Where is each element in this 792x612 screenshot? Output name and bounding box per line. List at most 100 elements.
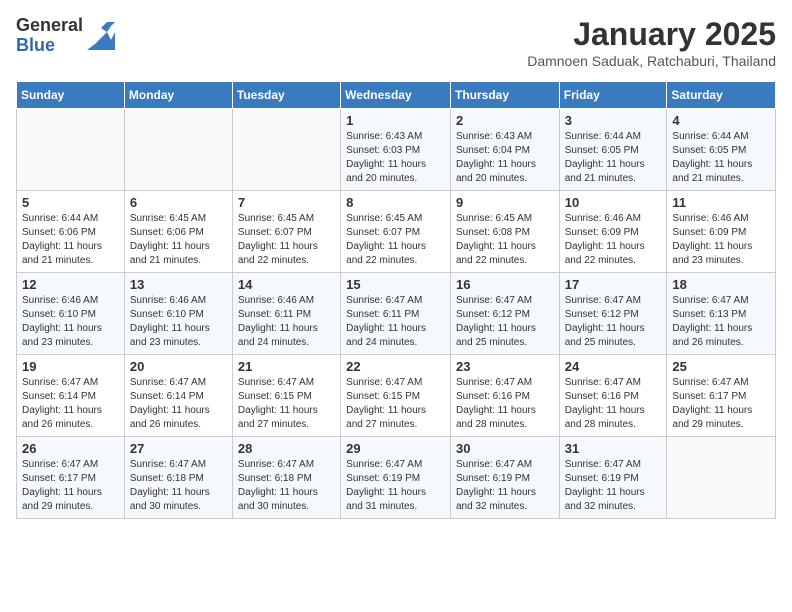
calendar-header: SundayMondayTuesdayWednesdayThursdayFrid… [17,82,776,109]
logo-general-text: General [16,16,83,36]
calendar-body: 1 Sunrise: 6:43 AM Sunset: 6:03 PM Daylig… [17,109,776,519]
title-block: January 2025 Damnoen Saduak, Ratchaburi,… [527,16,776,69]
day-info: Sunrise: 6:47 AM Sunset: 6:19 PM Dayligh… [346,458,445,514]
day-info: Sunrise: 6:47 AM Sunset: 6:16 PM Dayligh… [565,376,662,432]
day-cell: 16Sunrise: 6:47 AM Sunset: 6:12 PM Dayli… [450,273,559,355]
day-number: 23 [456,359,554,374]
day-info: Sunrise: 6:45 AM Sunset: 6:06 PM Dayligh… [130,212,227,268]
day-info: Sunrise: 6:46 AM Sunset: 6:09 PM Dayligh… [565,212,662,268]
day-cell: 15Sunrise: 6:47 AM Sunset: 6:11 PM Dayli… [341,273,451,355]
day-cell: 12 Sunrise: 6:46 AM Sunset: 6:10 PM Dayli… [17,273,125,355]
day-number: 21 [238,359,335,374]
day-cell: 31 Sunrise: 6:47 AM Sunset: 6:19 PM Dayli… [559,437,667,519]
day-info: Sunrise: 6:47 AM Sunset: 6:19 PM Dayligh… [565,458,662,514]
header-sunday: Sunday [17,82,125,109]
day-info: Sunrise: 6:47 AM Sunset: 6:16 PM Dayligh… [456,376,554,432]
day-number: 11 [672,195,770,210]
day-cell: 14Sunrise: 6:46 AM Sunset: 6:11 PM Dayli… [232,273,340,355]
week-row-0: 1 Sunrise: 6:43 AM Sunset: 6:03 PM Daylig… [17,109,776,191]
day-info: Sunrise: 6:47 AM Sunset: 6:12 PM Dayligh… [565,294,662,350]
day-number: 18 [672,277,770,292]
day-info: Sunrise: 6:45 AM Sunset: 6:08 PM Dayligh… [456,212,554,268]
day-info: Sunrise: 6:43 AM Sunset: 6:04 PM Dayligh… [456,130,554,186]
day-cell: 27Sunrise: 6:47 AM Sunset: 6:18 PM Dayli… [124,437,232,519]
day-cell: 5 Sunrise: 6:44 AM Sunset: 6:06 PM Daylig… [17,191,125,273]
day-cell: 13Sunrise: 6:46 AM Sunset: 6:10 PM Dayli… [124,273,232,355]
month-title: January 2025 [527,16,776,53]
day-info: Sunrise: 6:46 AM Sunset: 6:10 PM Dayligh… [22,294,119,350]
day-info: Sunrise: 6:47 AM Sunset: 6:18 PM Dayligh… [238,458,335,514]
day-cell: 10 Sunrise: 6:46 AM Sunset: 6:09 PM Dayli… [559,191,667,273]
day-number: 22 [346,359,445,374]
day-number: 17 [565,277,662,292]
day-cell: 3 Sunrise: 6:44 AM Sunset: 6:05 PM Daylig… [559,109,667,191]
day-cell: 30Sunrise: 6:47 AM Sunset: 6:19 PM Dayli… [450,437,559,519]
calendar-table: SundayMondayTuesdayWednesdayThursdayFrid… [16,81,776,519]
day-cell [17,109,125,191]
week-row-3: 19 Sunrise: 6:47 AM Sunset: 6:14 PM Dayli… [17,355,776,437]
header-friday: Friday [559,82,667,109]
day-info: Sunrise: 6:45 AM Sunset: 6:07 PM Dayligh… [346,212,445,268]
day-number: 25 [672,359,770,374]
day-cell: 21Sunrise: 6:47 AM Sunset: 6:15 PM Dayli… [232,355,340,437]
day-number: 20 [130,359,227,374]
day-number: 7 [238,195,335,210]
day-number: 1 [346,113,445,128]
header-thursday: Thursday [450,82,559,109]
day-info: Sunrise: 6:47 AM Sunset: 6:15 PM Dayligh… [346,376,445,432]
day-number: 3 [565,113,662,128]
day-cell: 25 Sunrise: 6:47 AM Sunset: 6:17 PM Dayli… [667,355,776,437]
day-number: 31 [565,441,662,456]
day-info: Sunrise: 6:47 AM Sunset: 6:14 PM Dayligh… [130,376,227,432]
day-number: 5 [22,195,119,210]
day-info: Sunrise: 6:47 AM Sunset: 6:17 PM Dayligh… [22,458,119,514]
day-cell [232,109,340,191]
week-row-2: 12 Sunrise: 6:46 AM Sunset: 6:10 PM Dayli… [17,273,776,355]
day-number: 10 [565,195,662,210]
day-cell: 23 Sunrise: 6:47 AM Sunset: 6:16 PM Dayli… [450,355,559,437]
day-info: Sunrise: 6:45 AM Sunset: 6:07 PM Dayligh… [238,212,335,268]
day-info: Sunrise: 6:47 AM Sunset: 6:14 PM Dayligh… [22,376,119,432]
day-number: 19 [22,359,119,374]
day-cell: 9 Sunrise: 6:45 AM Sunset: 6:08 PM Daylig… [450,191,559,273]
day-cell [667,437,776,519]
day-number: 6 [130,195,227,210]
header-tuesday: Tuesday [232,82,340,109]
day-number: 29 [346,441,445,456]
day-cell [124,109,232,191]
header-row: SundayMondayTuesdayWednesdayThursdayFrid… [17,82,776,109]
page-header: General Blue January 2025 Damnoen Saduak… [16,16,776,69]
day-cell: 2 Sunrise: 6:43 AM Sunset: 6:04 PM Daylig… [450,109,559,191]
day-number: 12 [22,277,119,292]
day-cell: 4Sunrise: 6:44 AM Sunset: 6:05 PM Daylig… [667,109,776,191]
day-info: Sunrise: 6:44 AM Sunset: 6:05 PM Dayligh… [565,130,662,186]
day-info: Sunrise: 6:44 AM Sunset: 6:05 PM Dayligh… [672,130,770,186]
day-cell: 26Sunrise: 6:47 AM Sunset: 6:17 PM Dayli… [17,437,125,519]
day-info: Sunrise: 6:44 AM Sunset: 6:06 PM Dayligh… [22,212,119,268]
day-number: 9 [456,195,554,210]
day-cell: 19 Sunrise: 6:47 AM Sunset: 6:14 PM Dayli… [17,355,125,437]
day-cell: 8 Sunrise: 6:45 AM Sunset: 6:07 PM Daylig… [341,191,451,273]
day-info: Sunrise: 6:46 AM Sunset: 6:09 PM Dayligh… [672,212,770,268]
logo: General Blue [16,16,115,56]
day-info: Sunrise: 6:46 AM Sunset: 6:11 PM Dayligh… [238,294,335,350]
header-wednesday: Wednesday [341,82,451,109]
day-info: Sunrise: 6:47 AM Sunset: 6:13 PM Dayligh… [672,294,770,350]
day-number: 2 [456,113,554,128]
day-cell: 18 Sunrise: 6:47 AM Sunset: 6:13 PM Dayli… [667,273,776,355]
day-info: Sunrise: 6:47 AM Sunset: 6:17 PM Dayligh… [672,376,770,432]
header-saturday: Saturday [667,82,776,109]
day-number: 30 [456,441,554,456]
logo-blue-text: Blue [16,36,83,56]
week-row-1: 5 Sunrise: 6:44 AM Sunset: 6:06 PM Daylig… [17,191,776,273]
week-row-4: 26Sunrise: 6:47 AM Sunset: 6:17 PM Dayli… [17,437,776,519]
day-cell: 17 Sunrise: 6:47 AM Sunset: 6:12 PM Dayli… [559,273,667,355]
day-info: Sunrise: 6:47 AM Sunset: 6:18 PM Dayligh… [130,458,227,514]
day-cell: 22 Sunrise: 6:47 AM Sunset: 6:15 PM Dayli… [341,355,451,437]
day-number: 8 [346,195,445,210]
day-cell: 29 Sunrise: 6:47 AM Sunset: 6:19 PM Dayli… [341,437,451,519]
day-cell: 6 Sunrise: 6:45 AM Sunset: 6:06 PM Daylig… [124,191,232,273]
day-cell: 1 Sunrise: 6:43 AM Sunset: 6:03 PM Daylig… [341,109,451,191]
day-info: Sunrise: 6:43 AM Sunset: 6:03 PM Dayligh… [346,130,445,186]
header-monday: Monday [124,82,232,109]
